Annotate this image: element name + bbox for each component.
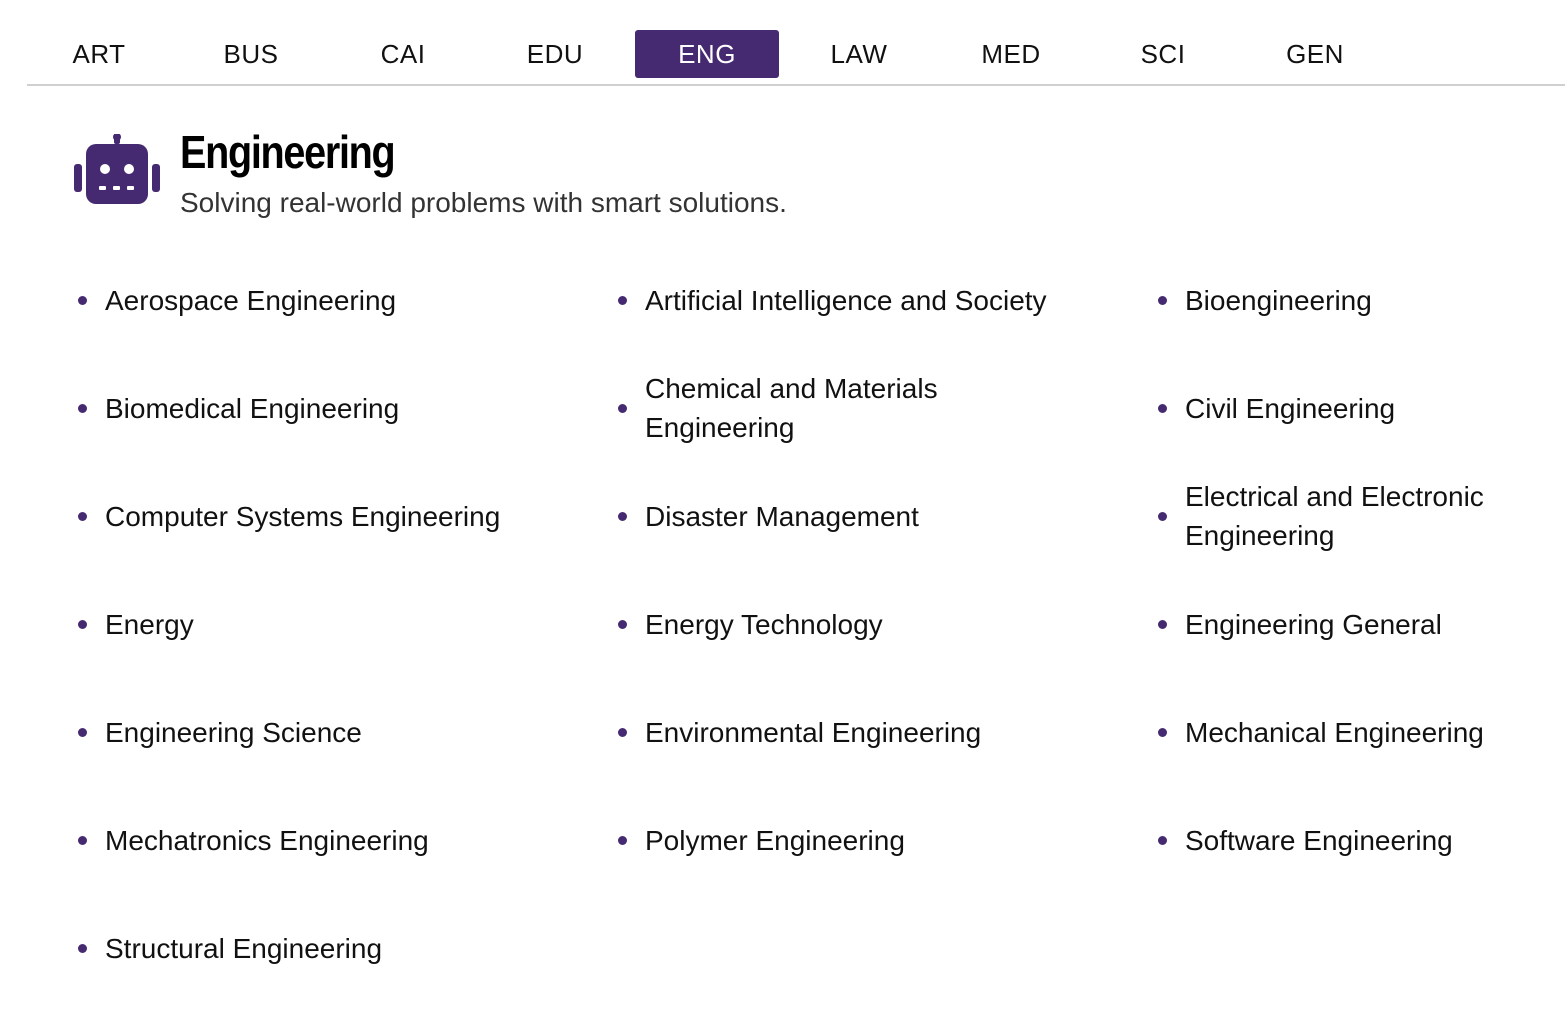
- bullet-icon: [1158, 404, 1167, 413]
- robot-icon: [74, 133, 162, 206]
- subject-label: Energy: [105, 608, 194, 640]
- subject-item[interactable]: Electrical and Electronic Engineering: [1154, 462, 1554, 570]
- bullet-icon: [1158, 512, 1167, 521]
- page-title: Engineering: [180, 126, 396, 178]
- subject-label: Biomedical Engineering: [105, 392, 400, 424]
- subject-item[interactable]: Polymer Engineering: [614, 786, 1154, 894]
- subject-item[interactable]: Mechatronics Engineering: [74, 786, 614, 894]
- subject-label: Energy Technology: [645, 608, 883, 640]
- tab-edu[interactable]: EDU: [483, 30, 627, 78]
- subject-item[interactable]: Civil Engineering: [1154, 354, 1554, 462]
- subject-label: Structural Engineering: [105, 932, 383, 964]
- subject-label: Mechatronics Engineering: [105, 824, 429, 856]
- subject-item[interactable]: Energy Technology: [614, 570, 1154, 678]
- bullet-icon: [618, 728, 627, 737]
- subject-item[interactable]: Software Engineering: [1154, 786, 1554, 894]
- subject-label: Bioengineering: [1185, 284, 1372, 316]
- bullet-icon: [618, 836, 627, 845]
- bullet-icon: [618, 296, 627, 305]
- tab-gen[interactable]: GEN: [1243, 30, 1387, 78]
- subject-label: Disaster Management: [645, 500, 919, 532]
- subject-label: Artificial Intelligence and Society: [645, 284, 1047, 316]
- subject-item[interactable]: Biomedical Engineering: [74, 354, 614, 462]
- bullet-icon: [78, 944, 87, 953]
- page-subtitle: Solving real-world problems with smart s…: [180, 187, 787, 218]
- subject-item[interactable]: Computer Systems Engineering: [74, 462, 614, 570]
- subject-item[interactable]: Environmental Engineering: [614, 678, 1154, 786]
- bullet-icon: [618, 404, 627, 413]
- subject-item[interactable]: Engineering General: [1154, 570, 1554, 678]
- subject-item[interactable]: Aerospace Engineering: [74, 246, 614, 354]
- subject-item[interactable]: Artificial Intelligence and Society: [614, 246, 1154, 354]
- tab-bus[interactable]: BUS: [179, 30, 323, 78]
- subject-item[interactable]: Chemical and Materials Engineering: [614, 354, 1154, 462]
- subject-list: Aerospace Engineering Artificial Intelli…: [74, 246, 1554, 1002]
- tab-cai[interactable]: CAI: [331, 30, 475, 78]
- tab-sci[interactable]: SCI: [1091, 30, 1235, 78]
- bullet-icon: [1158, 296, 1167, 305]
- bullet-icon: [618, 512, 627, 521]
- subject-item[interactable]: Bioengineering: [1154, 246, 1554, 354]
- subject-label: Chemical and Materials Engineering: [645, 373, 938, 443]
- subject-label: Mechanical Engineering: [1185, 716, 1484, 748]
- bullet-icon: [618, 620, 627, 629]
- subject-label: Engineering General: [1185, 608, 1442, 640]
- bullet-icon: [78, 404, 87, 413]
- subject-label: Environmental Engineering: [645, 716, 982, 748]
- subject-label: Software Engineering: [1185, 824, 1453, 856]
- bullet-icon: [78, 620, 87, 629]
- bullet-icon: [78, 836, 87, 845]
- tab-eng[interactable]: ENG: [635, 30, 779, 78]
- tab-med[interactable]: MED: [939, 30, 1083, 78]
- subject-item[interactable]: Structural Engineering: [74, 894, 614, 1002]
- bullet-icon: [78, 728, 87, 737]
- bullet-icon: [78, 296, 87, 305]
- category-tab-bar: ART BUS CAI EDU ENG LAW MED SCI GEN: [27, 0, 1565, 86]
- tab-law[interactable]: LAW: [787, 30, 931, 78]
- subject-item[interactable]: Engineering Science: [74, 678, 614, 786]
- subject-item[interactable]: Mechanical Engineering: [1154, 678, 1554, 786]
- bullet-icon: [1158, 836, 1167, 845]
- bullet-icon: [1158, 620, 1167, 629]
- subject-label: Aerospace Engineering: [105, 284, 397, 316]
- subject-label: Polymer Engineering: [645, 824, 905, 856]
- subject-label: Civil Engineering: [1185, 392, 1396, 424]
- bullet-icon: [78, 512, 87, 521]
- bullet-icon: [1158, 728, 1167, 737]
- subject-label: Computer Systems Engineering: [105, 500, 501, 532]
- tab-art[interactable]: ART: [27, 30, 171, 78]
- subject-label: Engineering Science: [105, 716, 362, 748]
- subject-item[interactable]: Energy: [74, 570, 614, 678]
- subject-label: Electrical and Electronic Engineering: [1185, 481, 1484, 551]
- subject-item[interactable]: Disaster Management: [614, 462, 1154, 570]
